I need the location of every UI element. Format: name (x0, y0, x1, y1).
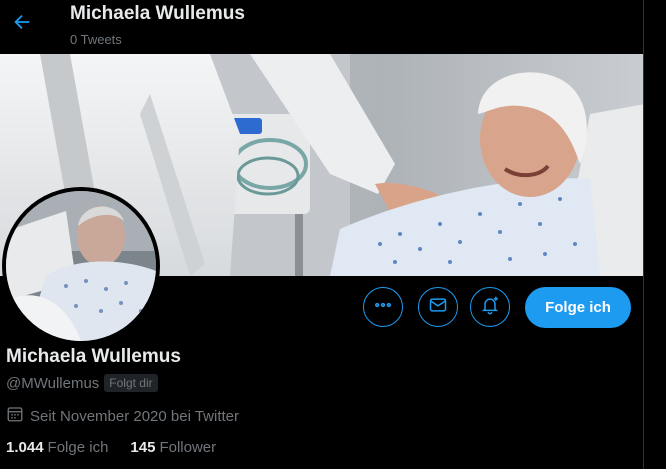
arrow-left-icon (11, 11, 33, 38)
more-icon (373, 295, 393, 320)
profile-name: Michaela Wullemus (6, 346, 181, 367)
more-button[interactable] (363, 287, 403, 327)
joined-date: Seit November 2020 bei Twitter (30, 408, 239, 425)
follow-stats: 1.044 Folge ich 145 Follower (6, 439, 238, 456)
followers-label: Follower (159, 439, 217, 456)
handle-row: @MWullemus Folgt dir (6, 374, 158, 392)
notifications-button[interactable] (470, 287, 510, 327)
back-button[interactable] (8, 10, 36, 38)
following-label: Folge ich (47, 439, 109, 456)
profile-handle: @MWullemus (6, 374, 100, 392)
following-count: 1.044 (6, 439, 44, 456)
bell-plus-icon (480, 295, 500, 320)
calendar-icon (6, 405, 24, 428)
follows-you-badge: Folgt dir (104, 374, 158, 392)
follow-button[interactable]: Folge ich (525, 287, 631, 328)
joined-date-row: Seit November 2020 bei Twitter (6, 405, 239, 428)
profile-avatar[interactable] (2, 187, 160, 345)
header-tweet-count: 0 Tweets (70, 32, 122, 47)
scrollbar-gutter[interactable] (643, 0, 666, 469)
header-title: Michaela Wullemus (70, 3, 245, 24)
following-link[interactable]: 1.044 Folge ich (6, 439, 108, 456)
message-button[interactable] (418, 287, 458, 327)
envelope-icon (428, 295, 448, 320)
followers-link[interactable]: 145 Follower (130, 439, 216, 456)
profile-header-bar: Michaela Wullemus 0 Tweets (0, 0, 666, 54)
followers-count: 145 (130, 439, 156, 456)
